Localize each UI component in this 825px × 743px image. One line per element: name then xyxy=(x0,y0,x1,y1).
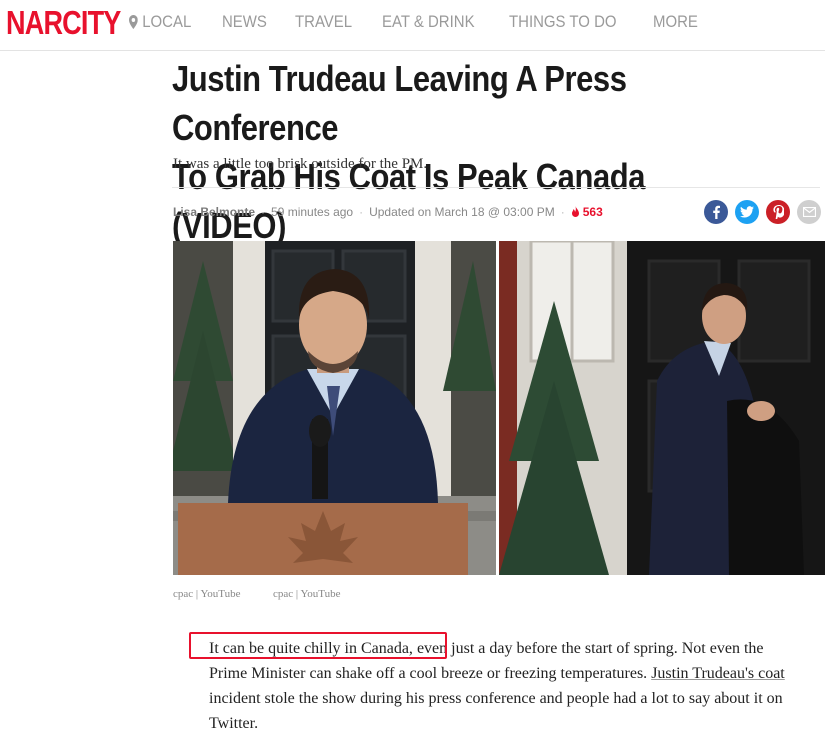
separator-dot: · xyxy=(261,205,266,219)
nav-travel[interactable]: TRAVEL xyxy=(295,12,352,32)
author-name[interactable]: Lisa Belmonte xyxy=(173,205,255,219)
photo-trudeau-podium xyxy=(173,241,496,575)
photo-trudeau-coat xyxy=(499,241,825,575)
image-credit-right[interactable]: cpac | YouTube xyxy=(273,588,341,600)
coat-incident-link[interactable]: Justin Trudeau's coat xyxy=(651,665,785,682)
separator-dot: · xyxy=(359,205,364,219)
article-subtitle: It was a little too brisk outside for th… xyxy=(173,156,428,172)
narcity-logo[interactable]: NARCITY xyxy=(6,4,121,42)
share-buttons xyxy=(704,200,825,224)
headline-line-1: Justin Trudeau Leaving A Press Conferenc… xyxy=(172,58,627,148)
nav-links: LOCAL NEWS TRAVEL EAT & DRINK THINGS TO … xyxy=(129,12,726,32)
nav-more[interactable]: MORE xyxy=(653,12,698,32)
pinterest-icon[interactable] xyxy=(766,200,790,224)
nav-news[interactable]: NEWS xyxy=(222,12,267,32)
nav-things-to-do[interactable]: THINGS TO DO xyxy=(509,12,617,32)
facebook-icon[interactable] xyxy=(704,200,728,224)
divider xyxy=(172,187,820,188)
nav-local[interactable]: LOCAL xyxy=(129,12,191,32)
flame-icon xyxy=(571,206,579,217)
separator-dot: · xyxy=(560,205,565,219)
top-navigation: NARCITY LOCAL NEWS TRAVEL EAT & DRINK TH… xyxy=(0,0,825,51)
article-meta: Lisa Belmonte · 59 minutes ago · Updated… xyxy=(173,205,603,219)
nav-eat-drink[interactable]: EAT & DRINK xyxy=(382,12,475,32)
trending-count: 563 xyxy=(571,205,603,219)
article-headline: Justin Trudeau Leaving A Press Conferenc… xyxy=(172,54,731,250)
time-ago: 59 minutes ago xyxy=(271,205,354,219)
image-credit-left[interactable]: cpac | YouTube xyxy=(173,588,241,600)
twitter-icon[interactable] xyxy=(735,200,759,224)
email-icon[interactable] xyxy=(797,200,821,224)
highlight-annotation-box xyxy=(189,632,447,659)
location-pin-icon xyxy=(129,15,138,29)
trending-count-value: 563 xyxy=(582,205,603,219)
updated-timestamp: Updated on March 18 @ 03:00 PM xyxy=(369,205,555,219)
nav-local-label: LOCAL xyxy=(142,12,192,31)
body-text-part-2: incident stole the show during his press… xyxy=(209,690,783,732)
